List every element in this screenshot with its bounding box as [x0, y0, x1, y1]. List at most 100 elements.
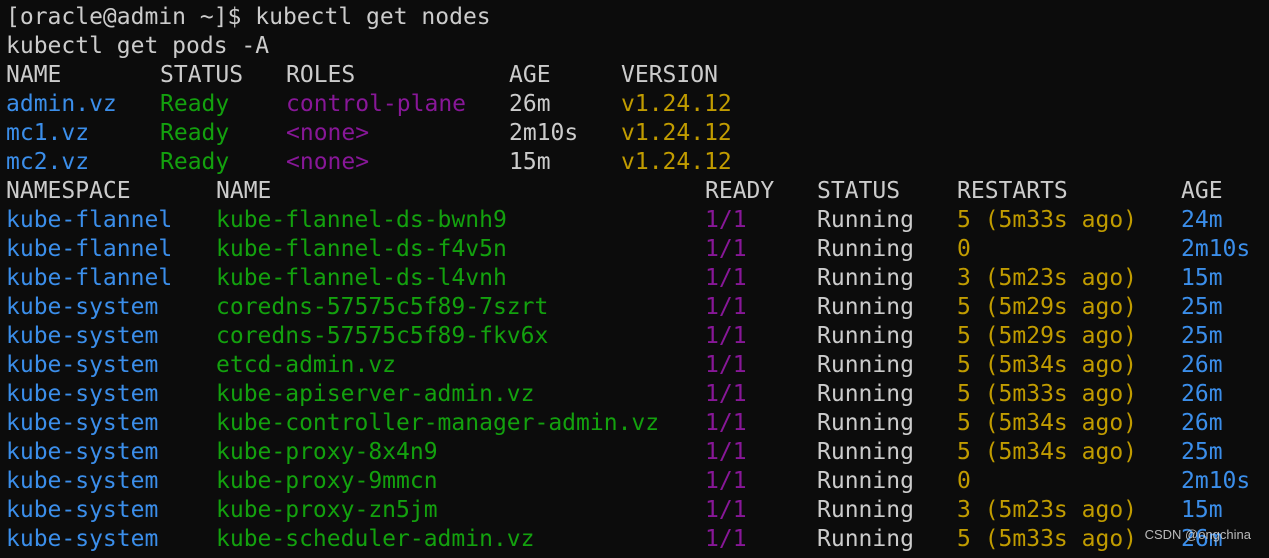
pod-restarts: 3 (5m23s ago): [957, 265, 1138, 291]
pod-status: Running: [817, 207, 914, 233]
node-name: mc1.vz: [6, 120, 90, 146]
node-row: mc2.vz Ready <none> 15m v1.24.12: [6, 148, 732, 177]
pod-ready: 1/1: [705, 236, 747, 262]
pod-ready: 1/1: [705, 207, 747, 233]
csdn-watermark: CSDN @ongchina: [1144, 527, 1251, 542]
pod-row: kube-system kube-controller-manager-admi…: [6, 409, 1223, 438]
node-name: admin.vz: [6, 91, 117, 117]
pod-ready: 1/1: [705, 526, 747, 552]
pod-namespace: kube-system: [6, 526, 159, 552]
pod-ready: 1/1: [705, 381, 747, 407]
pod-restarts: 5 (5m33s ago): [957, 207, 1138, 233]
pod-namespace: kube-system: [6, 381, 159, 407]
pods-header-restarts: RESTARTS: [957, 178, 1068, 204]
pod-status: Running: [817, 294, 914, 320]
pod-ready: 1/1: [705, 294, 747, 320]
pod-age: 25m: [1181, 294, 1223, 320]
nodes-header-age: AGE: [509, 62, 551, 88]
pod-row: kube-system kube-apiserver-admin.vz 1/1 …: [6, 380, 1223, 409]
pod-restarts: 0: [957, 236, 971, 262]
pod-status: Running: [817, 352, 914, 378]
pod-row: kube-flannel kube-flannel-ds-bwnh9 1/1 R…: [6, 206, 1223, 235]
pod-age: 2m10s: [1181, 236, 1251, 262]
pod-name: kube-flannel-ds-f4v5n: [216, 236, 507, 262]
pod-namespace: kube-flannel: [6, 265, 173, 291]
pod-age: 15m: [1181, 265, 1223, 291]
pods-header-status: STATUS: [817, 178, 901, 204]
node-name: mc2.vz: [6, 149, 90, 175]
pod-name: coredns-57575c5f89-7szrt: [216, 294, 549, 320]
prompt-line: [oracle@admin ~]$ kubectl get nodes: [6, 3, 491, 32]
pod-name: kube-proxy-9mmcn: [216, 468, 438, 494]
pod-status: Running: [817, 439, 914, 465]
pod-namespace: kube-system: [6, 352, 159, 378]
pods-header-row: NAMESPACE NAME READY STATUS RESTARTS AGE: [6, 177, 1223, 206]
pod-status: Running: [817, 468, 914, 494]
nodes-header-name: NAME: [6, 62, 62, 88]
pod-restarts: 5 (5m34s ago): [957, 439, 1138, 465]
pod-row: kube-system coredns-57575c5f89-fkv6x 1/1…: [6, 322, 1223, 351]
pods-header-name: NAME: [216, 178, 272, 204]
pod-age: 26m: [1181, 381, 1223, 407]
node-age: 15m: [509, 149, 551, 175]
nodes-header-status: STATUS: [160, 62, 244, 88]
pod-age: 25m: [1181, 439, 1223, 465]
pod-restarts: 5 (5m33s ago): [957, 381, 1138, 407]
pods-header-age: AGE: [1181, 178, 1223, 204]
pod-name: etcd-admin.vz: [216, 352, 397, 378]
node-row: mc1.vz Ready <none> 2m10s v1.24.12: [6, 119, 732, 148]
pod-namespace: kube-system: [6, 468, 159, 494]
pod-name: kube-scheduler-admin.vz: [216, 526, 535, 552]
nodes-header-version: VERSION: [621, 62, 718, 88]
pod-status: Running: [817, 526, 914, 552]
pod-ready: 1/1: [705, 352, 747, 378]
pod-name: coredns-57575c5f89-fkv6x: [216, 323, 549, 349]
pod-row: kube-system kube-proxy-8x4n9 1/1 Running…: [6, 438, 1223, 467]
node-row: admin.vz Ready control-plane 26m v1.24.1…: [6, 90, 732, 119]
pod-restarts: 5 (5m34s ago): [957, 352, 1138, 378]
node-roles: <none>: [286, 120, 370, 146]
nodes-header-roles: ROLES: [286, 62, 356, 88]
node-status: Ready: [160, 120, 230, 146]
pod-name: kube-controller-manager-admin.vz: [216, 410, 660, 436]
node-version: v1.24.12: [621, 120, 732, 146]
pods-header-ready: READY: [705, 178, 775, 204]
pod-ready: 1/1: [705, 468, 747, 494]
pod-row: kube-system kube-proxy-9mmcn 1/1 Running…: [6, 467, 1250, 496]
command-text: [oracle@admin ~]$ kubectl get nodes: [6, 4, 491, 30]
pod-namespace: kube-system: [6, 323, 159, 349]
pod-name: kube-flannel-ds-l4vnh: [216, 265, 507, 291]
pod-name: kube-proxy-zn5jm: [216, 497, 438, 523]
pod-age: 2m10s: [1181, 468, 1251, 494]
pod-row: kube-flannel kube-flannel-ds-f4v5n 1/1 R…: [6, 235, 1250, 264]
pod-namespace: kube-system: [6, 497, 159, 523]
pod-namespace: kube-system: [6, 294, 159, 320]
pod-restarts: 3 (5m23s ago): [957, 497, 1138, 523]
pod-row: kube-system etcd-admin.vz 1/1 Running 5 …: [6, 351, 1223, 380]
pod-name: kube-apiserver-admin.vz: [216, 381, 535, 407]
pod-ready: 1/1: [705, 265, 747, 291]
pod-age: 26m: [1181, 352, 1223, 378]
node-age: 2m10s: [509, 120, 579, 146]
pods-header-namespace: NAMESPACE: [6, 178, 131, 204]
node-status: Ready: [160, 91, 230, 117]
pod-name: kube-proxy-8x4n9: [216, 439, 438, 465]
pod-restarts: 5 (5m29s ago): [957, 294, 1138, 320]
node-version: v1.24.12: [621, 91, 732, 117]
pod-row: kube-flannel kube-flannel-ds-l4vnh 1/1 R…: [6, 264, 1223, 293]
pod-status: Running: [817, 236, 914, 262]
pod-namespace: kube-system: [6, 410, 159, 436]
node-age: 26m: [509, 91, 551, 117]
pod-age: 25m: [1181, 323, 1223, 349]
pod-ready: 1/1: [705, 439, 747, 465]
pod-row: kube-system kube-proxy-zn5jm 1/1 Running…: [6, 496, 1223, 525]
pod-status: Running: [817, 265, 914, 291]
pod-namespace: kube-system: [6, 439, 159, 465]
node-roles: <none>: [286, 149, 370, 175]
pod-row: kube-system kube-scheduler-admin.vz 1/1 …: [6, 525, 1223, 554]
pod-status: Running: [817, 381, 914, 407]
terminal-window[interactable]: [oracle@admin ~]$ kubectl get nodes kube…: [0, 0, 1269, 558]
nodes-header-row: NAME STATUS ROLES AGE VERSION: [6, 61, 718, 90]
pod-ready: 1/1: [705, 410, 747, 436]
pod-restarts: 5 (5m34s ago): [957, 410, 1138, 436]
